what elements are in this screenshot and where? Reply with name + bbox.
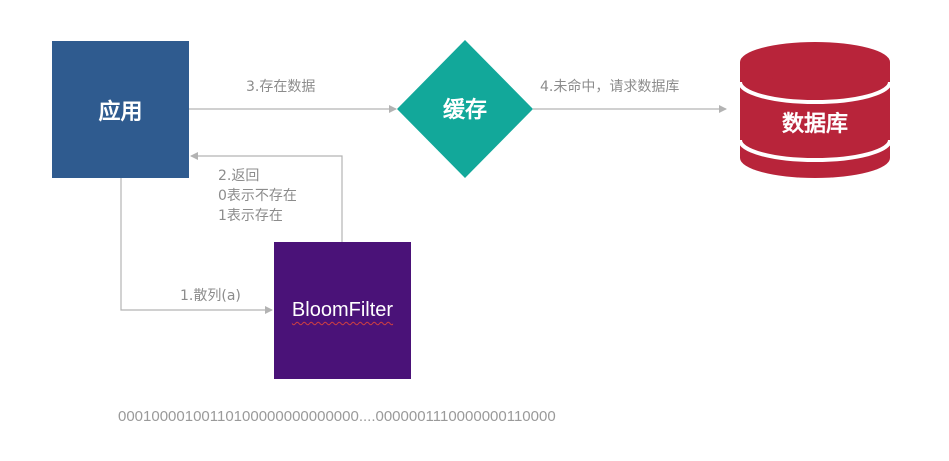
bit-array: 00010000100110100000000000000....0000001… — [118, 408, 556, 425]
return-one-label: 1表示存在 — [218, 208, 283, 224]
app-node: 应用 — [52, 41, 189, 178]
miss-label: 4.未命中，请求数据库 — [540, 79, 680, 95]
database-label: 数据库 — [782, 111, 848, 137]
database-node: 数据库 — [738, 42, 892, 178]
store-label: 3.存在数据 — [246, 79, 316, 95]
return-zero-label: 0表示不存在 — [218, 188, 297, 204]
bloom-filter-label: BloomFilter — [291, 299, 394, 321]
cache-label: 缓存 — [443, 97, 487, 123]
bloom-filter-node: BloomFilter — [274, 242, 411, 379]
app-label: 应用 — [98, 99, 143, 125]
cache-node: 缓存 — [397, 40, 533, 178]
return-title-label: 2.返回 — [218, 168, 260, 184]
hash-label: 1.散列(a) — [180, 288, 241, 304]
